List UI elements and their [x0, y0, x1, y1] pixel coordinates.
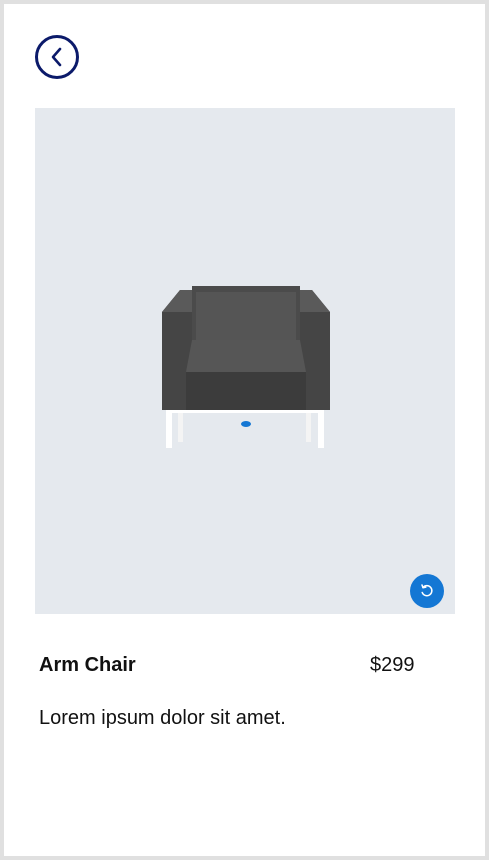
app-frame: Arm Chair $299 Lorem ipsum dolor sit ame…	[4, 4, 485, 856]
back-button[interactable]	[35, 35, 79, 79]
product-title: Arm Chair	[39, 654, 136, 676]
arm-chair-model[interactable]	[158, 282, 334, 458]
product-description: Lorem ipsum dolor sit amet.	[39, 707, 286, 729]
chevron-left-icon	[51, 47, 62, 67]
product-3d-viewer[interactable]	[35, 108, 455, 614]
product-price: $299	[370, 654, 415, 676]
rotate-reset-icon	[421, 584, 433, 597]
reset-view-button[interactable]	[410, 574, 444, 608]
